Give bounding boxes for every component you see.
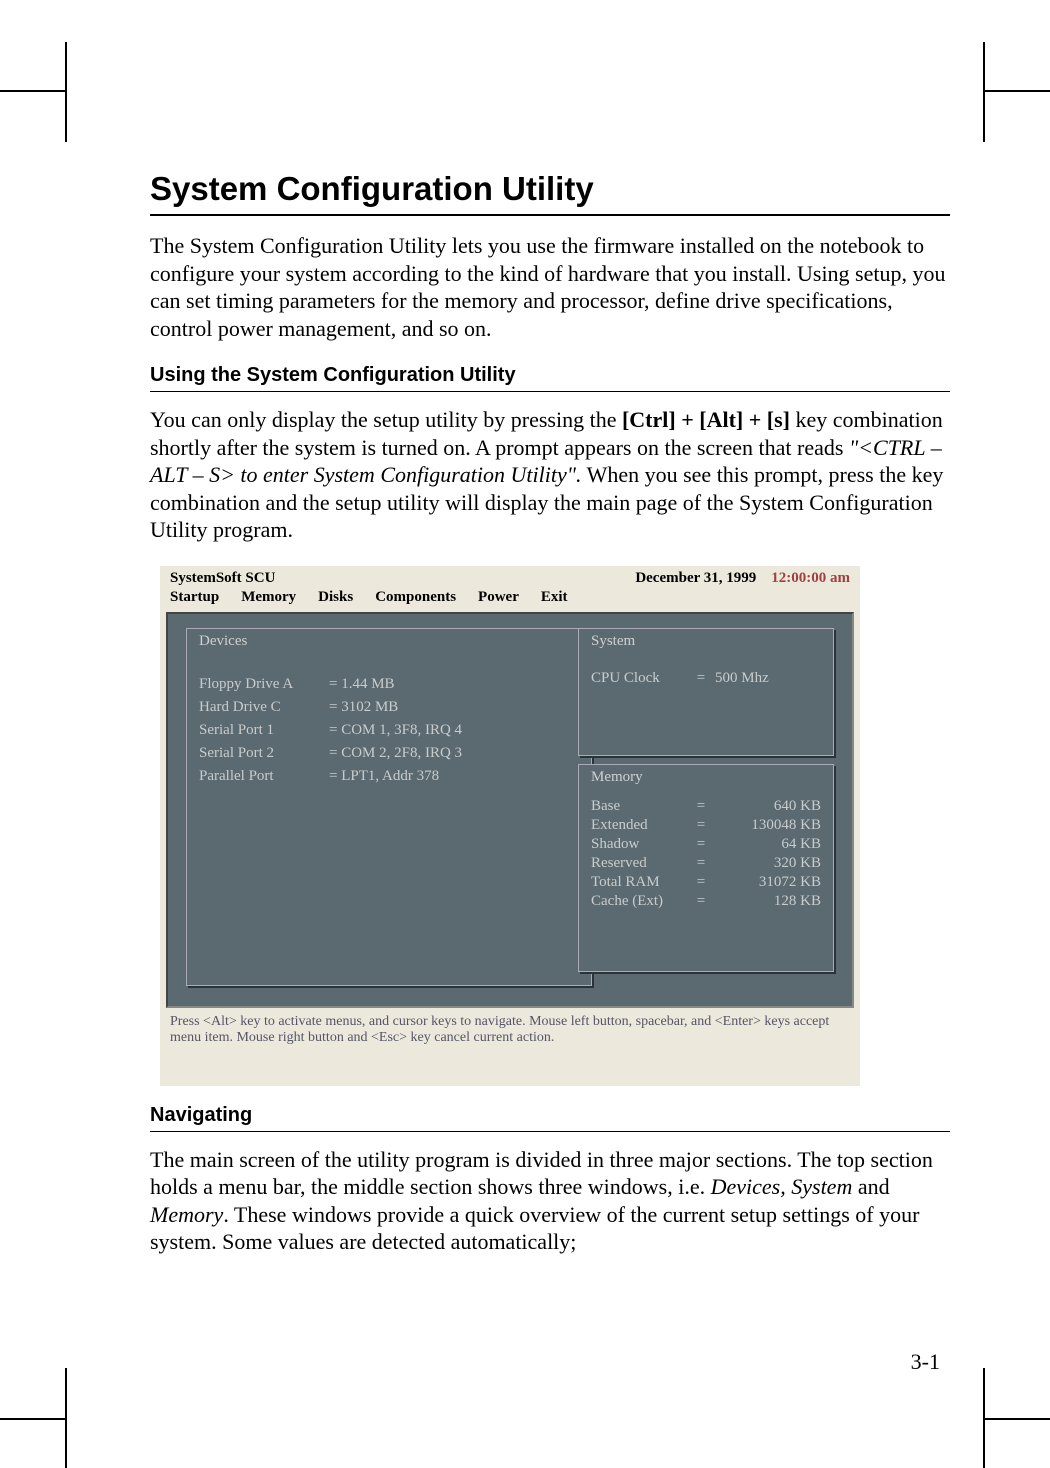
device-value: = COM 2, 2F8, IRQ 3 xyxy=(329,745,462,762)
text-fragment: and xyxy=(852,1174,889,1199)
device-value: = LPT1, Addr 378 xyxy=(329,768,439,785)
memory-row: Reserved=320 KB xyxy=(591,855,821,872)
section-navigating-paragraph: The main screen of the utility program i… xyxy=(150,1146,950,1256)
row-value: 640 KB xyxy=(711,798,821,815)
menu-power[interactable]: Power xyxy=(478,589,519,606)
device-label: Serial Port 1 xyxy=(199,722,329,739)
window-names: Devices, System xyxy=(711,1174,853,1199)
system-row: CPU Clock=500 Mhz xyxy=(591,670,821,687)
row-eq: = xyxy=(691,670,711,687)
memory-row: Extended=130048 KB xyxy=(591,817,821,834)
row-value: 128 KB xyxy=(711,893,821,910)
device-row: Serial Port 1= COM 1, 3F8, IRQ 4 xyxy=(199,722,579,739)
row-label: Base xyxy=(591,798,691,815)
row-label: Extended xyxy=(591,817,691,834)
row-eq: = xyxy=(691,817,711,834)
panel-memory-title: Memory xyxy=(591,769,821,786)
section-rule xyxy=(150,391,950,392)
device-value: = COM 1, 3F8, IRQ 4 xyxy=(329,722,462,739)
scu-time: 12:00:00 am xyxy=(771,570,850,586)
device-label: Parallel Port xyxy=(199,768,329,785)
device-row: Floppy Drive A= 1.44 MB xyxy=(199,676,579,693)
menu-disks[interactable]: Disks xyxy=(318,589,353,606)
row-value: 31072 KB xyxy=(711,874,821,891)
row-label: Reserved xyxy=(591,855,691,872)
row-eq: = xyxy=(691,798,711,815)
device-value: = 3102 MB xyxy=(329,699,398,716)
panel-system-title: System xyxy=(591,633,821,650)
scu-header: SystemSoft SCU December 31, 1999 12:00:0… xyxy=(160,566,860,587)
device-row: Serial Port 2= COM 2, 2F8, IRQ 3 xyxy=(199,745,579,762)
device-label: Hard Drive C xyxy=(199,699,329,716)
page-number: 3-1 xyxy=(911,1349,940,1375)
row-eq: = xyxy=(691,893,711,910)
scu-menubar: Startup Memory Disks Components Power Ex… xyxy=(160,587,860,612)
panel-devices: Devices Floppy Drive A= 1.44 MB Hard Dri… xyxy=(186,628,592,986)
menu-startup[interactable]: Startup xyxy=(170,589,219,606)
intro-paragraph: The System Configuration Utility lets yo… xyxy=(150,232,950,342)
key-combo: [Ctrl] + [Alt] + [s] xyxy=(622,407,790,432)
scu-title: SystemSoft SCU xyxy=(170,570,275,587)
row-label: Shadow xyxy=(591,836,691,853)
page-title: System Configuration Utility xyxy=(150,170,950,208)
section-rule xyxy=(150,1131,950,1132)
memory-row: Cache (Ext)=128 KB xyxy=(591,893,821,910)
section-navigating-title: Navigating xyxy=(150,1104,950,1127)
memory-row: Total RAM=31072 KB xyxy=(591,874,821,891)
text-fragment: You can only display the setup utility b… xyxy=(150,407,622,432)
device-label: Floppy Drive A xyxy=(199,676,329,693)
text-fragment: . These windows provide a quick overview… xyxy=(150,1202,919,1255)
title-rule xyxy=(150,214,950,216)
row-label: Total RAM xyxy=(591,874,691,891)
row-label: CPU Clock xyxy=(591,670,691,687)
panel-system: System CPU Clock=500 Mhz xyxy=(578,628,834,756)
menu-exit[interactable]: Exit xyxy=(541,589,568,606)
row-value: 500 Mhz xyxy=(711,670,821,687)
device-label: Serial Port 2 xyxy=(199,745,329,762)
row-value: 320 KB xyxy=(711,855,821,872)
row-value: 130048 KB xyxy=(711,817,821,834)
panel-devices-title: Devices xyxy=(199,633,579,650)
row-eq: = xyxy=(691,874,711,891)
memory-row: Shadow=64 KB xyxy=(591,836,821,853)
menu-memory[interactable]: Memory xyxy=(241,589,296,606)
scu-footer-help: Press <Alt> key to activate menus, and c… xyxy=(160,1008,860,1050)
row-value: 64 KB xyxy=(711,836,821,853)
panel-memory: Memory Base=640 KB Extended=130048 KB Sh… xyxy=(578,764,834,972)
scu-workspace: Devices Floppy Drive A= 1.44 MB Hard Dri… xyxy=(166,612,854,1008)
memory-row: Base=640 KB xyxy=(591,798,821,815)
row-eq: = xyxy=(691,836,711,853)
document-page: System Configuration Utility The System … xyxy=(0,0,1050,1318)
row-eq: = xyxy=(691,855,711,872)
section-using-paragraph: You can only display the setup utility b… xyxy=(150,406,950,544)
section-using-title: Using the System Configuration Utility xyxy=(150,364,950,387)
device-row: Parallel Port= LPT1, Addr 378 xyxy=(199,768,579,785)
scu-screenshot: SystemSoft SCU December 31, 1999 12:00:0… xyxy=(160,566,860,1086)
row-label: Cache (Ext) xyxy=(591,893,691,910)
menu-components[interactable]: Components xyxy=(375,589,456,606)
scu-date: December 31, 1999 xyxy=(635,570,756,586)
device-value: = 1.44 MB xyxy=(329,676,395,693)
device-row: Hard Drive C= 3102 MB xyxy=(199,699,579,716)
window-names: Memory xyxy=(150,1202,223,1227)
